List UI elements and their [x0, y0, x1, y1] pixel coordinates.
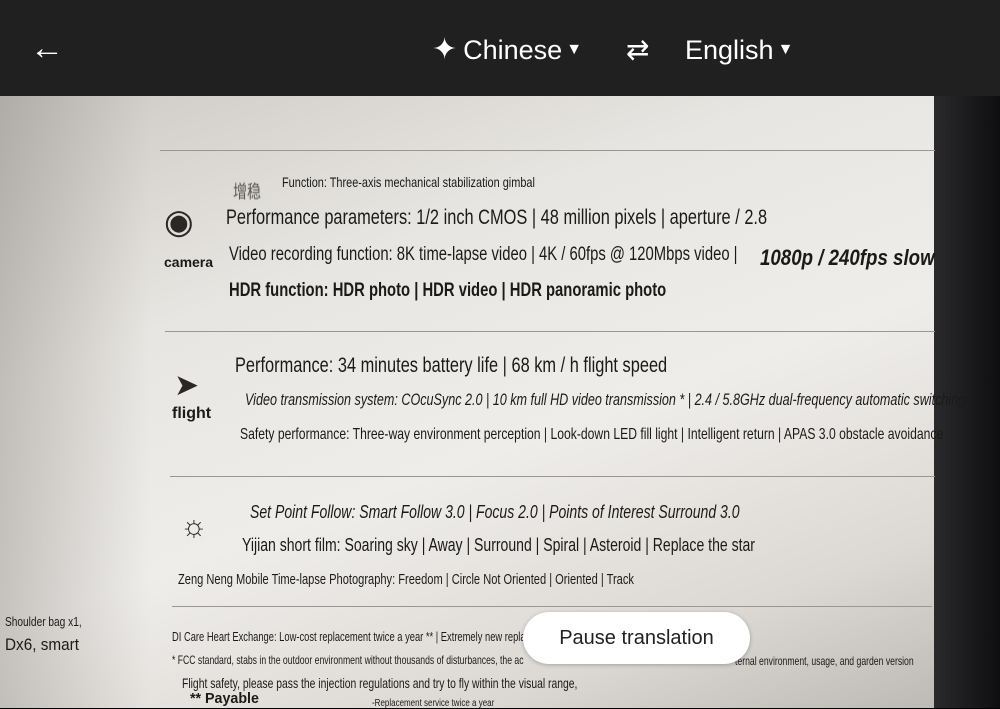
camera-label: camera	[164, 254, 214, 270]
sparkle-icon: ✦	[432, 33, 458, 66]
source-language-selector[interactable]: ✦ Chinese ▼	[432, 30, 582, 70]
translated-line: Flight safety, please pass the injection…	[182, 675, 578, 691]
translated-line: Dx6, smart	[5, 635, 79, 654]
source-language-label: Chinese	[463, 35, 563, 65]
translated-line: 1080p / 240fps slow	[760, 245, 935, 270]
translated-line: Yijian short film: Soaring sky | Away | …	[242, 535, 755, 555]
translated-line: DI Care Heart Exchange: Low-cost replace…	[172, 629, 531, 644]
paper-plane-icon: ➤	[174, 369, 200, 402]
translated-line: ** Payable	[190, 690, 259, 707]
translated-line: Zeng Neng Mobile Time-lapse Photography:…	[178, 571, 634, 588]
chinese-fragment: 增稳	[233, 182, 262, 202]
flight-label: flight	[172, 405, 212, 422]
back-button[interactable]: ←	[30, 28, 66, 68]
target-language-label: English	[685, 35, 774, 65]
chevron-down-icon: ▼	[566, 41, 583, 58]
camera-gimbal-icon: ◉	[164, 203, 194, 241]
top-bar: ← ✦ Chinese ▼ ⇄ English ▼	[0, 0, 1000, 96]
translated-line: * FCC standard, stabs in the outdoor env…	[172, 653, 524, 667]
translated-line: Set Point Follow: Smart Follow 3.0 | Foc…	[250, 502, 740, 522]
divider	[160, 150, 935, 151]
translated-line: ternal environment, usage, and garden ve…	[735, 654, 914, 668]
translated-line: HDR function: HDR photo | HDR video | HD…	[229, 280, 667, 301]
divider	[165, 331, 935, 332]
translated-line: Safety performance: Three-way environmen…	[240, 426, 944, 443]
translated-line: Shoulder bag x1,	[5, 614, 82, 629]
divider	[170, 476, 935, 477]
divider	[172, 606, 932, 607]
translated-line: Video transmission system: COcuSync 2.0 …	[245, 390, 966, 409]
swap-arrows-icon: ⇄	[626, 34, 650, 65]
target-language-selector[interactable]: English ▼	[685, 30, 793, 70]
translated-line: Function: Three-axis mechanical stabiliz…	[282, 174, 535, 190]
lightbulb-icon: ☼	[180, 510, 208, 543]
arrow-left-icon: ←	[30, 29, 64, 67]
chevron-down-icon: ▼	[777, 41, 794, 58]
pause-translation-button[interactable]: Pause translation	[523, 612, 750, 664]
translated-line: Video recording function: 8K time-lapse …	[229, 244, 738, 265]
translated-line: Performance parameters: 1/2 inch CMOS | …	[226, 206, 768, 229]
translated-line: Performance: 34 minutes battery life | 6…	[235, 354, 668, 377]
swap-languages-button[interactable]: ⇄	[626, 30, 649, 70]
translated-line: -Replacement service twice a year	[372, 698, 495, 709]
